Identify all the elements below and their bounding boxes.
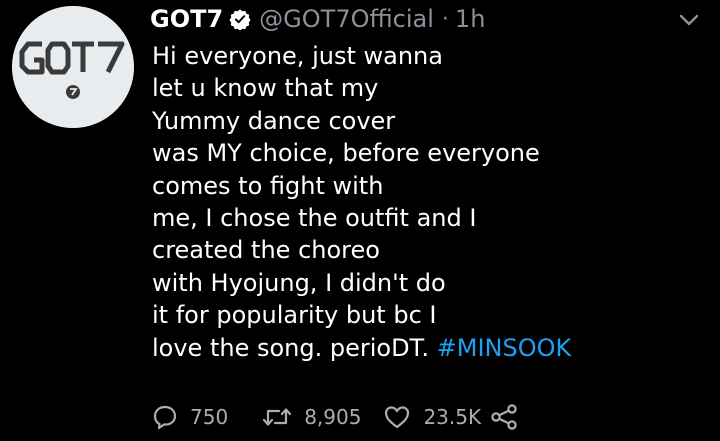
- heart-icon: [383, 404, 411, 430]
- tweet-text-line: Hi everyone, just wanna: [152, 42, 443, 70]
- tweet-text-line: it for popularity but bc I: [152, 301, 437, 330]
- tweet-text-line: love the song. perioDT.: [152, 333, 429, 362]
- timestamp[interactable]: 1h: [455, 5, 485, 33]
- share-icon: [489, 403, 519, 431]
- reply-button[interactable]: 750: [152, 404, 228, 430]
- retweet-button[interactable]: 8,905: [262, 404, 361, 430]
- retweet-icon: [262, 404, 292, 430]
- reply-bubble-icon: [152, 404, 178, 430]
- got7-logo-image: [12, 6, 134, 128]
- display-name[interactable]: GOT7: [150, 5, 223, 33]
- tweet: GOT7 @GOT7Official · 1h Hi everyone, jus…: [0, 0, 720, 441]
- share-button[interactable]: [489, 403, 519, 431]
- tweet-text-line: with Hyojung, I didn't do: [152, 268, 446, 297]
- tweet-text-line: let u know that my: [152, 74, 379, 103]
- tweet-header: GOT7 @GOT7Official · 1h: [150, 2, 485, 36]
- tweet-text-last-line: love the song. perioDT. #MINSOOK: [152, 332, 571, 364]
- retweet-count: 8,905: [304, 405, 362, 429]
- reply-count: 750: [190, 405, 229, 429]
- tweet-actions: 750 8,905 23.5K: [152, 397, 519, 437]
- tweet-text-line: comes to fight with: [152, 171, 384, 200]
- like-button[interactable]: 23.5K: [383, 404, 481, 430]
- tweet-text-line: created the choreo: [152, 236, 380, 265]
- like-count: 23.5K: [423, 405, 482, 429]
- tweet-body: Hi everyone, just wanna let u know that …: [152, 40, 571, 364]
- separator-dot: ·: [441, 6, 449, 32]
- tweet-text-line: was MY choice, before everyone: [152, 139, 540, 168]
- user-handle[interactable]: @GOT7Official: [259, 5, 434, 33]
- tweet-text-line: me, I chose the outfit and I: [152, 203, 477, 232]
- chevron-down-icon[interactable]: [678, 12, 700, 28]
- verified-badge-icon: [229, 8, 251, 30]
- avatar[interactable]: [12, 6, 134, 128]
- hashtag-link[interactable]: #MINSOOK: [437, 334, 572, 362]
- tweet-text-line: Yummy dance cover: [152, 106, 396, 135]
